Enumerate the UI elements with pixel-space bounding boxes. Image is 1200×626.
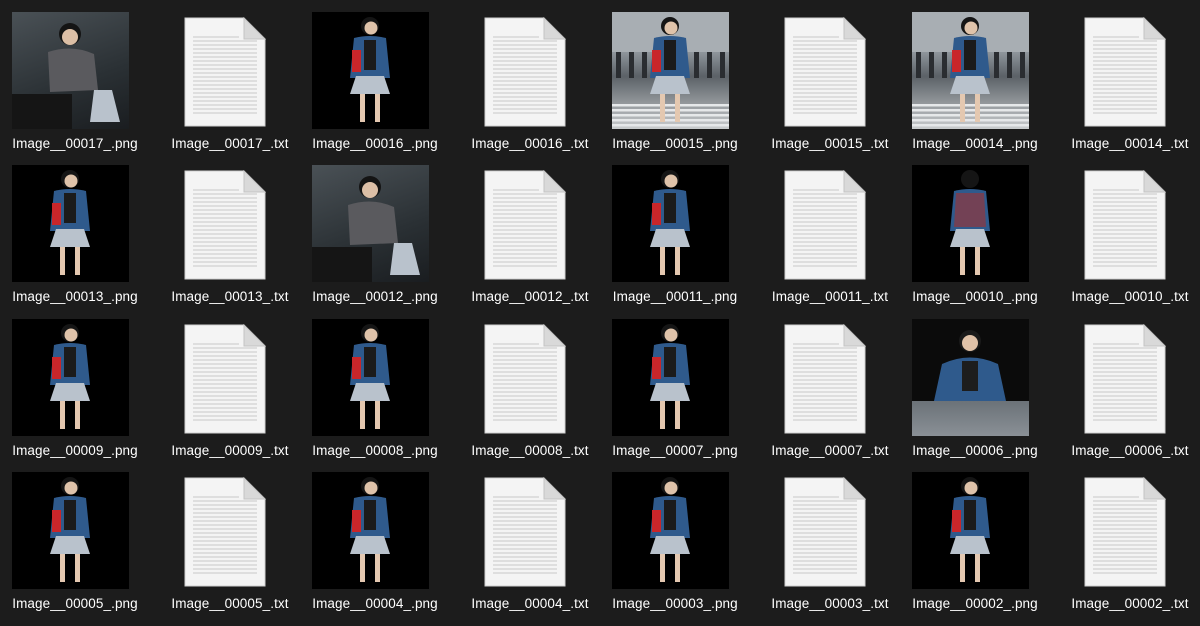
file-name-label: Image__00013_.txt <box>171 289 289 304</box>
file-name-label: Image__00002_.png <box>912 596 1038 611</box>
file-tile[interactable]: Image__00017_.txt <box>155 12 305 162</box>
file-tile[interactable]: Image__00012_.png <box>300 165 450 315</box>
text-document-icon[interactable] <box>1084 17 1166 127</box>
text-document-icon[interactable] <box>184 17 266 127</box>
file-name-label: Image__00012_.png <box>312 289 438 304</box>
file-tile[interactable]: Image__00007_.txt <box>755 319 905 469</box>
image-thumbnail[interactable] <box>12 472 129 589</box>
file-tile[interactable]: Image__00014_.txt <box>1055 12 1200 162</box>
file-name-label: Image__00007_.txt <box>771 443 889 458</box>
file-tile[interactable]: Image__00005_.txt <box>155 472 305 622</box>
text-document-icon[interactable] <box>184 170 266 280</box>
file-tile[interactable]: Image__00012_.txt <box>455 165 605 315</box>
image-thumbnail[interactable] <box>312 12 429 129</box>
file-name-label: Image__00013_.png <box>12 289 138 304</box>
file-tile[interactable]: Image__00016_.txt <box>455 12 605 162</box>
file-name-label: Image__00017_.png <box>12 136 138 151</box>
file-tile[interactable]: Image__00003_.txt <box>755 472 905 622</box>
text-document-icon[interactable] <box>484 17 566 127</box>
image-thumbnail[interactable] <box>612 472 729 589</box>
file-tile[interactable]: Image__00008_.txt <box>455 319 605 469</box>
file-name-label: Image__00006_.txt <box>1071 443 1189 458</box>
image-thumbnail[interactable] <box>612 12 729 129</box>
image-thumbnail[interactable] <box>912 319 1029 436</box>
file-tile[interactable]: Image__00004_.png <box>300 472 450 622</box>
text-document-icon[interactable] <box>1084 477 1166 587</box>
image-thumbnail[interactable] <box>912 472 1029 589</box>
text-document-icon[interactable] <box>784 477 866 587</box>
file-tile[interactable]: Image__00010_.txt <box>1055 165 1200 315</box>
image-thumbnail[interactable] <box>612 319 729 436</box>
image-thumbnail[interactable] <box>12 165 129 282</box>
text-document-icon[interactable] <box>784 17 866 127</box>
file-tile[interactable]: Image__00005_.png <box>0 472 150 622</box>
file-tile[interactable]: Image__00009_.txt <box>155 319 305 469</box>
file-name-label: Image__00005_.txt <box>171 596 289 611</box>
image-thumbnail[interactable] <box>912 12 1029 129</box>
text-document-icon[interactable] <box>1084 170 1166 280</box>
file-name-label: Image__00005_.png <box>12 596 138 611</box>
file-tile[interactable]: Image__00013_.png <box>0 165 150 315</box>
text-document-icon[interactable] <box>484 324 566 434</box>
file-grid: Image__00017_.png Image__00017_.txt Image_… <box>0 0 1200 626</box>
file-name-label: Image__00012_.txt <box>471 289 589 304</box>
file-name-label: Image__00014_.txt <box>1071 136 1189 151</box>
text-document-icon[interactable] <box>1084 324 1166 434</box>
image-thumbnail[interactable] <box>12 12 129 129</box>
image-thumbnail[interactable] <box>312 472 429 589</box>
file-tile[interactable]: Image__00002_.txt <box>1055 472 1200 622</box>
file-tile[interactable]: Image__00016_.png <box>300 12 450 162</box>
file-name-label: Image__00003_.txt <box>771 596 889 611</box>
file-name-label: Image__00004_.txt <box>471 596 589 611</box>
file-tile[interactable]: Image__00004_.txt <box>455 472 605 622</box>
file-tile[interactable]: Image__00010_.png <box>900 165 1050 315</box>
text-document-icon[interactable] <box>484 477 566 587</box>
file-tile[interactable]: Image__00015_.txt <box>755 12 905 162</box>
file-tile[interactable]: Image__00007_.png <box>600 319 750 469</box>
file-tile[interactable]: Image__00006_.txt <box>1055 319 1200 469</box>
text-document-icon[interactable] <box>784 324 866 434</box>
file-tile[interactable]: Image__00008_.png <box>300 319 450 469</box>
file-name-label: Image__00009_.png <box>12 443 138 458</box>
image-thumbnail[interactable] <box>912 165 1029 282</box>
file-name-label: Image__00011_.png <box>612 289 738 304</box>
file-name-label: Image__00002_.txt <box>1071 596 1189 611</box>
file-name-label: Image__00017_.txt <box>171 136 289 151</box>
file-tile[interactable]: Image__00017_.png <box>0 12 150 162</box>
file-name-label: Image__00010_.txt <box>1071 289 1189 304</box>
file-name-label: Image__00016_.txt <box>471 136 589 151</box>
image-thumbnail[interactable] <box>312 319 429 436</box>
file-name-label: Image__00015_.png <box>612 136 738 151</box>
file-tile[interactable]: Image__00006_.png <box>900 319 1050 469</box>
file-name-label: Image__00014_.png <box>912 136 1038 151</box>
image-thumbnail[interactable] <box>12 319 129 436</box>
text-document-icon[interactable] <box>784 170 866 280</box>
text-document-icon[interactable] <box>184 477 266 587</box>
file-tile[interactable]: Image__00009_.png <box>0 319 150 469</box>
file-tile[interactable]: Image__00003_.png <box>600 472 750 622</box>
text-document-icon[interactable] <box>484 170 566 280</box>
file-tile[interactable]: Image__00011_.png <box>600 165 750 315</box>
image-thumbnail[interactable] <box>312 165 429 282</box>
file-name-label: Image__00006_.png <box>912 443 1038 458</box>
file-name-label: Image__00015_.txt <box>771 136 889 151</box>
file-tile[interactable]: Image__00014_.png <box>900 12 1050 162</box>
file-name-label: Image__00016_.png <box>312 136 438 151</box>
file-name-label: Image__00007_.png <box>612 443 738 458</box>
file-tile[interactable]: Image__00002_.png <box>900 472 1050 622</box>
file-tile[interactable]: Image__00015_.png <box>600 12 750 162</box>
file-name-label: Image__00010_.png <box>912 289 1038 304</box>
file-name-label: Image__00009_.txt <box>171 443 289 458</box>
text-document-icon[interactable] <box>184 324 266 434</box>
file-tile[interactable]: Image__00011_.txt <box>755 165 905 315</box>
file-name-label: Image__00004_.png <box>312 596 438 611</box>
file-tile[interactable]: Image__00013_.txt <box>155 165 305 315</box>
file-name-label: Image__00011_.txt <box>771 289 889 304</box>
file-name-label: Image__00008_.png <box>312 443 438 458</box>
image-thumbnail[interactable] <box>612 165 729 282</box>
file-name-label: Image__00003_.png <box>612 596 738 611</box>
file-name-label: Image__00008_.txt <box>471 443 589 458</box>
